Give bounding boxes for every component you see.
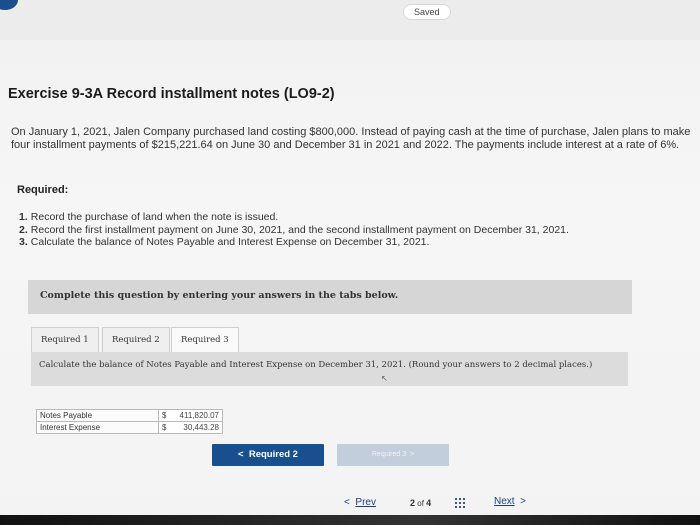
screen-bottom-edge <box>0 515 700 525</box>
logo-icon <box>0 0 18 10</box>
requirements-list: 1. Record the purchase of land when the n… <box>19 211 569 249</box>
answer-table: Notes Payable $ 411,820.07 Interest Expe… <box>36 409 223 434</box>
previous-required-button[interactable]: < Required 2 <box>212 444 324 466</box>
top-bar: Saved <box>0 0 700 40</box>
requirement-number: 3. <box>19 236 28 248</box>
requirement-text: Record the first installment payment on … <box>30 223 569 236</box>
requirement-item: 1. Record the purchase of land when the n… <box>19 211 569 224</box>
chevron-left-icon: < <box>238 449 244 460</box>
answer-label: Interest Expense <box>36 421 159 434</box>
requirement-text: Record the purchase of land when the not… <box>30 211 279 223</box>
next-required-label: Required 3 <box>371 451 407 458</box>
answer-label: Notes Payable <box>36 409 159 422</box>
page-current: 2 <box>410 498 416 508</box>
mouse-cursor-icon: ↖ <box>381 374 388 383</box>
currency-symbol: $ <box>158 421 172 434</box>
notes-payable-input[interactable]: 411,820.07 <box>172 409 223 422</box>
saved-status-badge: Saved <box>403 4 451 20</box>
tab-required-1[interactable]: Required 1 <box>31 327 99 352</box>
required-heading: Required: <box>17 184 69 196</box>
tab-required-2[interactable]: Required 2 <box>102 327 170 352</box>
table-row: Interest Expense $ 30,443.28 <box>36 421 223 434</box>
page-of: of <box>417 499 424 508</box>
next-required-button[interactable]: Required 3 > <box>337 444 449 466</box>
instruction-panel-text: Complete this question by entering your … <box>40 290 399 301</box>
requirement-number: 2. <box>19 223 28 236</box>
tab-required-3[interactable]: Required 3 <box>171 327 239 354</box>
tab-content-box: Calculate the balance of Notes Payable a… <box>31 352 628 386</box>
prev-page-link[interactable]: < Prev <box>344 497 376 508</box>
exercise-intro: On January 1, 2021, Jalen Company purcha… <box>11 126 691 151</box>
previous-required-label: Required 2 <box>248 449 298 460</box>
page-indicator: 2 of 4 <box>410 498 431 508</box>
table-row: Notes Payable $ 411,820.07 <box>36 409 223 422</box>
requirement-number: 1. <box>19 211 28 223</box>
next-label: Next <box>494 496 515 507</box>
chevron-left-icon: < <box>344 497 350 508</box>
next-page-link[interactable]: Next > <box>494 496 526 507</box>
currency-symbol: $ <box>158 409 172 422</box>
interest-expense-input[interactable]: 30,443.28 <box>172 421 223 434</box>
page-total: 4 <box>426 498 432 508</box>
requirement-item: 3. Calculate the balance of Notes Payable… <box>19 236 569 249</box>
instruction-panel: Complete this question by entering your … <box>28 280 632 314</box>
requirement-text: Calculate the balance of Notes Payable a… <box>30 236 430 248</box>
requirement-item: 2. Record the first installment payment o… <box>19 224 569 237</box>
chevron-right-icon: > <box>520 496 526 507</box>
tab-instructions: Calculate the balance of Notes Payable a… <box>39 360 593 370</box>
chevron-right-icon: > <box>410 451 415 458</box>
exercise-title: Exercise 9-3A Record installment notes (… <box>8 86 335 102</box>
grid-icon[interactable] <box>454 497 466 509</box>
prev-label: Prev <box>355 497 376 508</box>
